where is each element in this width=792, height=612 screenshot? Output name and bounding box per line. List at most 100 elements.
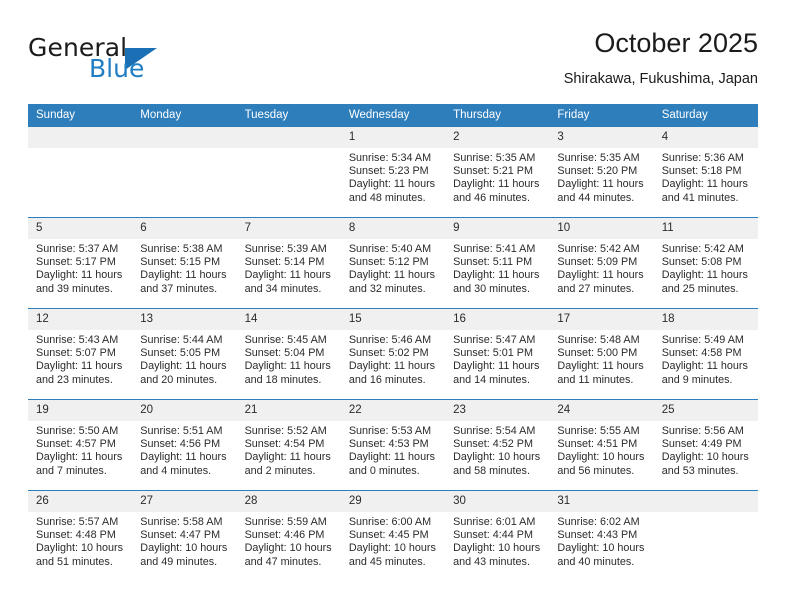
day-number: 31 [549, 491, 654, 512]
sunset-time: Sunset: 5:14 PM [244, 256, 325, 269]
calendar-day-cell[interactable]: 18 Sunrise: 5:49 AM Sunset: 4:58 PM Dayligh… [653, 308, 758, 400]
daylight-duration-line1: Daylight: 10 hours [36, 542, 124, 555]
sunrise-time: Sunrise: 5:35 AM [453, 152, 536, 164]
calendar-day-cell[interactable]: 17 Sunrise: 5:48 AM Sunset: 5:00 PM Dayligh… [549, 308, 654, 400]
calendar-day-cell[interactable]: 15 Sunrise: 5:46 AM Sunset: 5:02 PM Dayligh… [340, 308, 446, 400]
calendar-day-cell[interactable]: 19 Sunrise: 5:50 AM Sunset: 4:57 PM Dayligh… [28, 399, 133, 491]
calendar-day-cell[interactable]: 5 Sunrise: 5:37 AM Sunset: 5:17 PM Daylight… [28, 217, 133, 309]
sunrise-time: Sunrise: 5:43 AM [36, 334, 119, 346]
daylight-duration-line1: Daylight: 11 hours [36, 360, 123, 373]
calendar-day-cell[interactable]: 28 Sunrise: 5:59 AM Sunset: 4:46 PM Dayligh… [236, 490, 341, 581]
sunset-time: Sunset: 5:11 PM [453, 256, 533, 269]
daylight-duration-line1: Daylight: 11 hours [453, 360, 540, 373]
day-number: 24 [549, 400, 654, 421]
day-number: 11 [653, 218, 758, 239]
daylight-duration-line2: and 25 minutes. [661, 282, 739, 295]
sunrise-time: Sunrise: 5:55 AM [557, 425, 640, 437]
sunrise-time: Sunrise: 6:01 AM [453, 516, 536, 528]
calendar-day-cell[interactable]: 26 Sunrise: 5:57 AM Sunset: 4:48 PM Dayligh… [28, 490, 133, 581]
calendar-day-cell[interactable]: 6 Sunrise: 5:38 AM Sunset: 5:15 PM Daylight… [132, 217, 237, 309]
calendar-day-cell[interactable]: 30 Sunrise: 6:01 AM Sunset: 4:44 PM Dayligh… [445, 490, 550, 581]
day-details: Sunrise: 5:50 AM Sunset: 4:57 PM Daylight:… [28, 421, 132, 478]
day-number: 22 [340, 400, 446, 421]
sunset-time: Sunset: 4:58 PM [661, 347, 742, 360]
calendar-day-cell[interactable]: 22 Sunrise: 5:53 AM Sunset: 4:53 PM Dayligh… [340, 399, 446, 491]
calendar-day-cell [132, 127, 237, 218]
daylight-duration-line2: and 48 minutes. [348, 191, 426, 204]
calendar-day-cell[interactable]: 2 Sunrise: 5:35 AM Sunset: 5:21 PM Daylight… [445, 127, 550, 218]
day-details: Sunrise: 5:47 AM Sunset: 5:01 PM Daylight:… [445, 330, 549, 387]
calendar-day-cell[interactable]: 9 Sunrise: 5:41 AM Sunset: 5:11 PM Daylight… [445, 217, 550, 309]
calendar-day-cell[interactable]: 13 Sunrise: 5:44 AM Sunset: 5:05 PM Dayligh… [132, 308, 237, 400]
day-details: Sunrise: 6:01 AM Sunset: 4:44 PM Daylight:… [445, 512, 549, 569]
day-details: Sunrise: 5:59 AM Sunset: 4:46 PM Daylight:… [237, 512, 341, 569]
day-number: 26 [28, 491, 133, 512]
day-number: 10 [549, 218, 654, 239]
sunset-time: Sunset: 4:45 PM [348, 529, 429, 542]
calendar-day-cell[interactable]: 8 Sunrise: 5:40 AM Sunset: 5:12 PM Daylight… [340, 217, 446, 309]
day-number: 21 [236, 400, 341, 421]
daylight-duration-line1: Daylight: 11 hours [348, 360, 436, 373]
sunrise-time: Sunrise: 6:02 AM [557, 516, 640, 528]
day-details: Sunrise: 5:42 AM Sunset: 5:08 PM Daylight:… [654, 239, 758, 296]
calendar-day-cell[interactable]: 20 Sunrise: 5:51 AM Sunset: 4:56 PM Dayligh… [132, 399, 237, 491]
calendar-day-cell[interactable]: 3 Sunrise: 5:35 AM Sunset: 5:20 PM Daylight… [549, 127, 654, 218]
day-details: Sunrise: 5:48 AM Sunset: 5:00 PM Daylight:… [549, 330, 653, 387]
sunset-time: Sunset: 4:47 PM [140, 529, 221, 542]
calendar-day-cell[interactable]: 27 Sunrise: 5:58 AM Sunset: 4:47 PM Dayligh… [132, 490, 237, 581]
calendar-day-cell[interactable]: 31 Sunrise: 6:02 AM Sunset: 4:43 PM Dayligh… [549, 490, 654, 581]
calendar-day-cell[interactable]: 21 Sunrise: 5:52 AM Sunset: 4:54 PM Dayligh… [236, 399, 341, 491]
day-number: 27 [132, 491, 237, 512]
daylight-duration-line2: and 30 minutes. [453, 282, 530, 295]
day-number: 29 [340, 491, 446, 512]
calendar-day-cell[interactable]: 14 Sunrise: 5:45 AM Sunset: 5:04 PM Dayligh… [236, 308, 341, 400]
day-details: Sunrise: 5:35 AM Sunset: 5:20 PM Daylight:… [549, 148, 653, 205]
daylight-duration-line2: and 23 minutes. [36, 373, 113, 386]
sunset-time: Sunset: 5:02 PM [348, 347, 429, 360]
sunset-time: Sunset: 4:53 PM [348, 438, 429, 451]
calendar-day-cell[interactable]: 12 Sunrise: 5:43 AM Sunset: 5:07 PM Dayligh… [28, 308, 133, 400]
day-details: Sunrise: 5:46 AM Sunset: 5:02 PM Daylight:… [341, 330, 445, 387]
daylight-duration-line2: and 0 minutes. [348, 464, 420, 477]
day-number [132, 127, 237, 148]
daylight-duration-line2: and 18 minutes. [244, 373, 322, 386]
sunrise-time: Sunrise: 5:37 AM [36, 243, 119, 255]
daylight-duration-line1: Daylight: 11 hours [140, 269, 227, 282]
sunrise-time: Sunrise: 5:59 AM [244, 516, 327, 528]
weekday-header-thursday: Thursday [445, 104, 550, 127]
sunset-time: Sunset: 5:05 PM [140, 347, 221, 360]
sunrise-time: Sunrise: 5:50 AM [36, 425, 119, 437]
day-number: 25 [653, 400, 758, 421]
calendar-week-row: 12 Sunrise: 5:43 AM Sunset: 5:07 PM Dayligh… [28, 308, 758, 400]
calendar-week-row: 26 Sunrise: 5:57 AM Sunset: 4:48 PM Dayligh… [28, 490, 758, 581]
daylight-duration-line2: and 58 minutes. [453, 464, 530, 477]
calendar-day-cell[interactable]: 24 Sunrise: 5:55 AM Sunset: 4:51 PM Dayligh… [549, 399, 654, 491]
calendar-header-row: Sunday Monday Tuesday Wednesday Thursday… [28, 104, 758, 127]
calendar-week-row: 19 Sunrise: 5:50 AM Sunset: 4:57 PM Dayligh… [28, 399, 758, 491]
general-blue-logo[interactable]: General Blue [28, 34, 218, 92]
calendar-day-cell[interactable]: 16 Sunrise: 5:47 AM Sunset: 5:01 PM Dayligh… [445, 308, 550, 400]
daylight-duration-line2: and 39 minutes. [36, 282, 113, 295]
calendar-week-row: 5 Sunrise: 5:37 AM Sunset: 5:17 PM Daylight… [28, 217, 758, 309]
daylight-duration-line2: and 32 minutes. [348, 282, 426, 295]
calendar-table: Sunday Monday Tuesday Wednesday Thursday… [28, 104, 758, 581]
day-details: Sunrise: 5:51 AM Sunset: 4:56 PM Daylight:… [132, 421, 236, 478]
day-details: Sunrise: 5:43 AM Sunset: 5:07 PM Daylight:… [28, 330, 132, 387]
sunset-time: Sunset: 5:01 PM [453, 347, 533, 360]
calendar-day-cell[interactable]: 4 Sunrise: 5:36 AM Sunset: 5:18 PM Daylight… [653, 127, 758, 218]
calendar-day-cell[interactable]: 23 Sunrise: 5:54 AM Sunset: 4:52 PM Dayligh… [445, 399, 550, 491]
calendar-day-cell[interactable]: 7 Sunrise: 5:39 AM Sunset: 5:14 PM Daylight… [236, 217, 341, 309]
daylight-duration-line1: Daylight: 11 hours [348, 269, 436, 282]
day-number: 13 [132, 309, 237, 330]
calendar-day-cell[interactable]: 1 Sunrise: 5:34 AM Sunset: 5:23 PM Daylight… [340, 127, 446, 218]
calendar-day-cell[interactable]: 29 Sunrise: 6:00 AM Sunset: 4:45 PM Dayligh… [340, 490, 446, 581]
daylight-duration-line2: and 46 minutes. [453, 191, 530, 204]
calendar-day-cell[interactable]: 11 Sunrise: 5:42 AM Sunset: 5:08 PM Dayligh… [653, 217, 758, 309]
sunrise-time: Sunrise: 5:52 AM [244, 425, 327, 437]
daylight-duration-line1: Daylight: 11 hours [244, 269, 331, 282]
day-number: 20 [132, 400, 237, 421]
daylight-duration-line2: and 20 minutes. [140, 373, 218, 386]
calendar-day-cell[interactable]: 10 Sunrise: 5:42 AM Sunset: 5:09 PM Dayligh… [549, 217, 654, 309]
daylight-duration-line2: and 9 minutes. [661, 373, 733, 386]
calendar-day-cell[interactable]: 25 Sunrise: 5:56 AM Sunset: 4:49 PM Dayligh… [653, 399, 758, 491]
